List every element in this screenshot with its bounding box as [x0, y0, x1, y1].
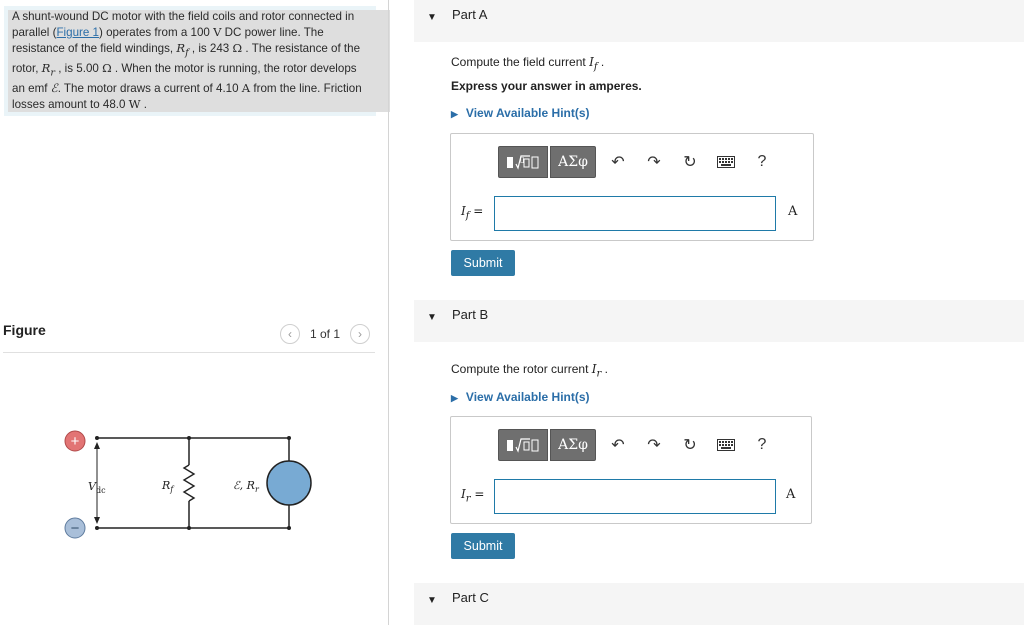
undo-icon[interactable]: ↶: [600, 429, 636, 461]
junction-dot: [287, 436, 291, 440]
hint-label: View Available Hint(s): [465, 390, 590, 404]
greek-symbols-button[interactable]: ΑΣφ: [550, 429, 596, 461]
answer-label: If =: [461, 204, 483, 221]
equals-sign: =: [469, 204, 484, 218]
symbol-emf: ℰ: [50, 80, 58, 95]
prompt-text: Compute the field current: [451, 55, 590, 69]
unit-label: A: [788, 204, 798, 219]
label-emf-rr: ℰ, Rr: [233, 479, 260, 494]
reset-icon[interactable]: ↻: [672, 429, 708, 461]
undo-icon[interactable]: ↶: [600, 146, 636, 178]
caret-right-icon: ▶: [451, 109, 458, 119]
part-b-answer-box: ΑΣφ ↶ ↷ ↻ ? Ir = A: [450, 416, 812, 524]
part-b-prompt: Compute the rotor current Ir .: [451, 362, 608, 379]
junction-dot: [187, 526, 191, 530]
prompt-text: .: [601, 362, 608, 376]
keyboard-icon[interactable]: [708, 429, 744, 461]
help-button[interactable]: ?: [744, 429, 780, 461]
problem-text: , is 5.00: [55, 61, 103, 75]
figure-pager: ‹ 1 of 1 ›: [280, 324, 371, 344]
junction-dot: [287, 526, 291, 530]
help-button[interactable]: ?: [744, 146, 780, 178]
redo-icon[interactable]: ↷: [636, 429, 672, 461]
part-b-answer-input[interactable]: [494, 479, 776, 514]
part-c-title: Part C: [452, 590, 489, 605]
chevron-left-icon[interactable]: ‹: [280, 324, 300, 344]
problem-pane: A shunt-wound DC motor with the field co…: [0, 0, 390, 625]
part-b-submit-button[interactable]: Submit: [451, 533, 515, 559]
part-a-prompt: Compute the field current If .: [451, 55, 604, 72]
plus-sign: +: [71, 433, 80, 450]
part-a-title: Part A: [452, 7, 488, 22]
arrow-head-up-icon: [94, 442, 100, 449]
problem-text: . The motor draws a current of 4.10: [57, 81, 242, 95]
problem-statement: A shunt-wound DC motor with the field co…: [8, 10, 390, 113]
math-toolbar: ΑΣφ ↶ ↷ ↻ ?: [498, 429, 780, 461]
hint-label: View Available Hint(s): [465, 106, 590, 120]
reset-icon[interactable]: ↻: [672, 146, 708, 178]
templates-icon[interactable]: ▯: [498, 146, 548, 178]
label-rf: Rf: [161, 479, 175, 494]
part-b-hint-link[interactable]: ▶ View Available Hint(s): [451, 390, 590, 404]
unit-ohm: Ω: [102, 60, 112, 75]
part-c-header[interactable]: ▼ Part C: [414, 583, 1024, 625]
math-toolbar: ▯ ΑΣφ ↶ ↷ ↻ ?: [498, 146, 780, 178]
divider: [3, 352, 375, 353]
resistor-icon: [182, 464, 196, 502]
part-b-title: Part B: [452, 307, 489, 322]
part-a-header[interactable]: ▼ Part A: [414, 0, 1024, 42]
circuit-diagram: + − Vdc Rf ℰ, Rr: [64, 430, 312, 539]
caret-right-icon: ▶: [451, 393, 458, 403]
problem-text: ) operates from a 100: [99, 25, 214, 39]
part-a-submit-button[interactable]: Submit: [451, 250, 515, 276]
chevron-right-icon[interactable]: ›: [350, 324, 371, 344]
motor-icon: [266, 460, 312, 506]
collapse-caret-icon[interactable]: ▼: [427, 312, 437, 323]
junction-dot: [95, 436, 99, 440]
prompt-text: .: [597, 55, 605, 69]
templates-icon[interactable]: [498, 429, 548, 461]
problem-text: , is 243: [188, 41, 233, 55]
part-a-hint-link[interactable]: ▶ View Available Hint(s): [451, 106, 590, 120]
unit-ohm: Ω: [232, 40, 243, 55]
part-a-answer-box: ▯ ΑΣφ ↶ ↷ ↻ ? If = A: [450, 133, 814, 241]
collapse-caret-icon[interactable]: ▼: [427, 12, 437, 23]
unit-watt: W: [128, 96, 141, 111]
symbol-rf: R: [176, 40, 186, 55]
equals-sign: =: [470, 487, 485, 501]
junction-dot: [187, 436, 191, 440]
part-b-header[interactable]: ▼ Part B: [414, 300, 1024, 342]
part-a-answer-input[interactable]: [494, 196, 776, 231]
junction-dot: [95, 526, 99, 530]
redo-icon[interactable]: ↷: [636, 146, 672, 178]
problem-text: .: [140, 97, 148, 111]
greek-symbols-button[interactable]: ΑΣφ: [550, 146, 596, 178]
minus-sign: −: [71, 520, 80, 537]
answer-label: Ir =: [461, 487, 484, 504]
part-a-express: Express your answer in amperes.: [451, 79, 642, 93]
figure-link[interactable]: Figure 1: [56, 26, 99, 39]
figure-count: 1 of 1: [310, 327, 341, 341]
collapse-caret-icon[interactable]: ▼: [427, 595, 437, 606]
keyboard-icon[interactable]: [708, 146, 744, 178]
unit-ampere: A: [241, 80, 251, 95]
arrow-head-down-icon: [94, 517, 100, 524]
unit-label: A: [786, 487, 796, 502]
pane-divider: [388, 0, 389, 625]
figure-heading: Figure: [3, 322, 46, 338]
prompt-text: Compute the rotor current: [451, 362, 592, 376]
